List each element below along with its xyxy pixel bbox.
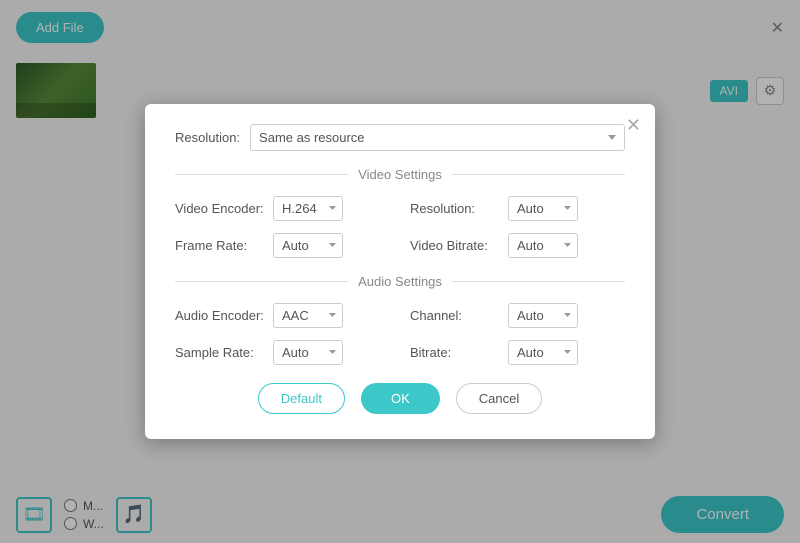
top-resolution-select[interactable]: Same as resource	[250, 124, 625, 151]
channel-row: Channel: Auto	[410, 303, 625, 328]
ok-button[interactable]: OK	[361, 383, 440, 414]
modal-overlay: ✕ Resolution: Same as resource Video Set…	[0, 0, 800, 543]
default-button[interactable]: Default	[258, 383, 345, 414]
frame-rate-select[interactable]: Auto	[273, 233, 343, 258]
video-bitrate-select[interactable]: Auto	[508, 233, 578, 258]
settings-dialog: ✕ Resolution: Same as resource Video Set…	[145, 104, 655, 439]
audio-encoder-select[interactable]: AAC	[273, 303, 343, 328]
audio-encoder-row: Audio Encoder: AAC	[175, 303, 390, 328]
audio-settings-label: Audio Settings	[358, 274, 442, 289]
video-settings-label: Video Settings	[358, 167, 442, 182]
audio-settings-grid: Audio Encoder: AAC Channel: Auto Sample …	[175, 303, 625, 365]
video-settings-divider: Video Settings	[175, 167, 625, 182]
bitrate-select[interactable]: Auto	[508, 340, 578, 365]
video-encoder-select[interactable]: H.264	[273, 196, 343, 221]
dialog-close-button[interactable]: ✕	[626, 116, 641, 134]
sample-rate-row: Sample Rate: Auto	[175, 340, 390, 365]
channel-label: Channel:	[410, 308, 500, 323]
channel-select[interactable]: Auto	[508, 303, 578, 328]
bitrate-row: Bitrate: Auto	[410, 340, 625, 365]
app-background: Add File ✕ AVI ⚙ 🎞 M... W... 🎵 Convert	[0, 0, 800, 543]
resolution-label: Resolution:	[410, 201, 500, 216]
audio-settings-divider: Audio Settings	[175, 274, 625, 289]
top-resolution-label: Resolution:	[175, 130, 240, 145]
dialog-actions: Default OK Cancel	[175, 383, 625, 414]
resolution-select[interactable]: Auto	[508, 196, 578, 221]
sample-rate-label: Sample Rate:	[175, 345, 265, 360]
video-settings-grid: Video Encoder: H.264 Resolution: Auto Fr…	[175, 196, 625, 258]
video-bitrate-label: Video Bitrate:	[410, 238, 500, 253]
frame-rate-label: Frame Rate:	[175, 238, 265, 253]
bitrate-label: Bitrate:	[410, 345, 500, 360]
frame-rate-row: Frame Rate: Auto	[175, 233, 390, 258]
resolution-row: Resolution: Auto	[410, 196, 625, 221]
video-bitrate-row: Video Bitrate: Auto	[410, 233, 625, 258]
cancel-button[interactable]: Cancel	[456, 383, 542, 414]
sample-rate-select[interactable]: Auto	[273, 340, 343, 365]
top-resolution-row: Resolution: Same as resource	[175, 124, 625, 151]
audio-encoder-label: Audio Encoder:	[175, 308, 265, 323]
video-encoder-row: Video Encoder: H.264	[175, 196, 390, 221]
video-encoder-label: Video Encoder:	[175, 201, 265, 216]
